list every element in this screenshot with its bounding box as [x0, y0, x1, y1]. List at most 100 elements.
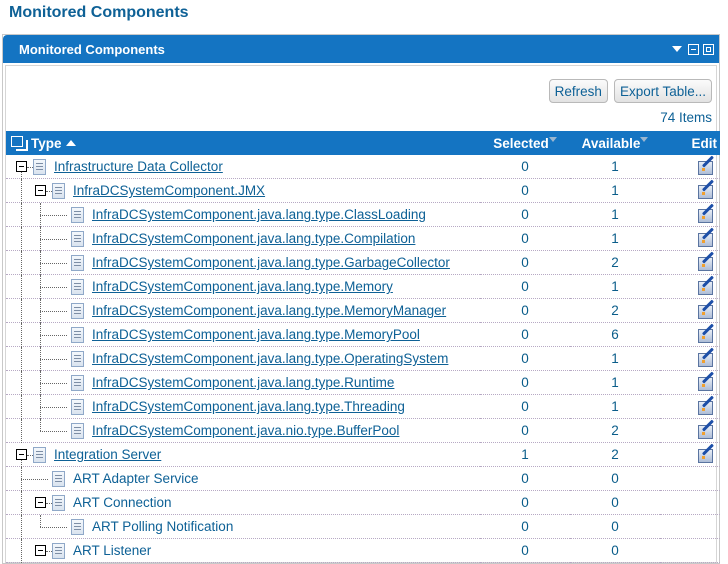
available-count: 1	[611, 159, 619, 175]
component-name[interactable]: Infrastructure Data Collector	[54, 159, 223, 174]
selected-count: 0	[521, 255, 529, 271]
type-cell: InfraDCSystemComponent.java.lang.type.Op…	[6, 347, 480, 372]
collapse-toggle-icon[interactable]	[35, 545, 46, 557]
edit-icon-tip	[702, 192, 705, 196]
tree-guide-line	[21, 419, 22, 444]
tree-connector	[40, 334, 67, 336]
tree-connector	[40, 358, 67, 360]
component-name[interactable]: InfraDCSystemComponent.JMX	[73, 183, 265, 198]
table-row: ART Connection 0 0	[6, 491, 720, 516]
tree-node: Integration Server	[6, 443, 480, 468]
available-count: 2	[611, 255, 619, 271]
tree-node: InfraDCSystemComponent.java.lang.type.Op…	[6, 347, 480, 372]
component-name[interactable]: InfraDCSystemComponent.java.lang.type.Cl…	[92, 207, 426, 222]
component-name[interactable]: InfraDCSystemComponent.java.lang.type.Ga…	[92, 255, 450, 270]
edit-cell	[660, 275, 720, 299]
edit-icon[interactable]	[698, 419, 716, 440]
table-row: InfraDCSystemComponent.java.lang.type.Ru…	[6, 371, 720, 396]
edit-cell	[660, 299, 720, 323]
tree-node: ART Polling Notification	[6, 515, 480, 540]
component-name[interactable]: InfraDCSystemComponent.java.lang.type.Th…	[92, 399, 405, 414]
available-count: 1	[611, 207, 619, 223]
component-name[interactable]: InfraDCSystemComponent.java.nio.type.Buf…	[92, 423, 399, 438]
component-name: ART Connection	[73, 495, 172, 511]
document-icon	[71, 303, 84, 320]
edit-icon[interactable]	[698, 179, 716, 200]
table-row: InfraDCSystemComponent.java.lang.type.Th…	[6, 395, 720, 420]
refresh-button[interactable]: Refresh	[548, 79, 608, 103]
edit-cell	[660, 395, 720, 419]
tree-connector	[40, 262, 67, 264]
edit-icon[interactable]	[698, 251, 716, 272]
tree-connector	[40, 214, 67, 216]
column-header-selected[interactable]: Selected	[480, 131, 570, 155]
edit-icon[interactable]	[698, 275, 716, 296]
component-name: ART Listener	[73, 543, 152, 559]
document-icon	[71, 255, 84, 272]
type-cell: ART Connection	[6, 491, 480, 516]
type-cell: InfraDCSystemComponent.java.lang.type.Co…	[6, 227, 480, 252]
table-row: InfraDCSystemComponent.java.lang.type.Cl…	[6, 203, 720, 228]
component-name[interactable]: InfraDCSystemComponent.java.lang.type.Ru…	[92, 375, 394, 390]
edit-icon-tip	[702, 360, 705, 364]
type-cell: InfraDCSystemComponent.JMX	[6, 179, 480, 204]
edit-icon[interactable]	[698, 227, 716, 248]
edit-icon[interactable]	[698, 203, 716, 224]
component-name[interactable]: InfraDCSystemComponent.java.lang.type.Me…	[92, 303, 446, 318]
column-header-type[interactable]: Type	[6, 131, 480, 155]
edit-cell	[660, 419, 720, 443]
tree-node: ART Listener	[6, 539, 480, 564]
components-table: Type Selected Available Edit Infrastruct…	[6, 131, 720, 564]
edit-icon-tip	[702, 168, 705, 172]
maximize-icon[interactable]	[703, 43, 714, 55]
export-table-button[interactable]: Export Table...	[613, 79, 712, 103]
sort-ascending-icon	[65, 139, 76, 146]
collapse-toggle-icon[interactable]	[35, 497, 46, 509]
tree-guide-line	[21, 395, 22, 420]
collapse-toggle-icon[interactable]	[16, 449, 27, 461]
component-name[interactable]: InfraDCSystemComponent.java.lang.type.Co…	[92, 231, 415, 246]
edit-cell	[660, 179, 720, 203]
table-header-row: Type Selected Available Edit	[6, 131, 720, 155]
tree-node: InfraDCSystemComponent.java.lang.type.Ru…	[6, 371, 480, 396]
table-row: InfraDCSystemComponent.java.lang.type.Me…	[6, 299, 720, 324]
edit-icon[interactable]	[698, 323, 716, 344]
edit-icon[interactable]	[698, 395, 716, 416]
edit-icon[interactable]	[698, 347, 716, 368]
type-cell: InfraDCSystemComponent.java.lang.type.Th…	[6, 395, 480, 420]
column-header-available[interactable]: Available	[570, 131, 660, 155]
column-header-edit: Edit	[691, 135, 718, 151]
component-name[interactable]: InfraDCSystemComponent.java.lang.type.Op…	[92, 351, 448, 366]
selected-count: 0	[521, 375, 529, 391]
available-count: 2	[611, 303, 619, 319]
tree-guide-line	[21, 347, 22, 372]
component-name[interactable]: InfraDCSystemComponent.java.lang.type.Me…	[92, 279, 393, 294]
selected-count: 1	[521, 447, 529, 463]
edit-icon[interactable]	[698, 443, 716, 464]
edit-cell	[660, 347, 720, 371]
available-count: 2	[611, 423, 619, 439]
tree-guide-line	[21, 491, 22, 516]
type-cell: InfraDCSystemComponent.java.lang.type.Me…	[6, 323, 480, 348]
table-row: ART Listener 0 0	[6, 539, 720, 564]
component-name[interactable]: Integration Server	[54, 447, 161, 462]
component-name[interactable]: InfraDCSystemComponent.java.lang.type.Me…	[92, 327, 420, 342]
document-icon	[33, 159, 46, 176]
tree-connector	[40, 382, 67, 384]
minimize-icon[interactable]	[688, 43, 699, 55]
document-icon	[52, 495, 65, 512]
collapse-all-icon[interactable]	[11, 135, 28, 151]
collapse-toggle-icon[interactable]	[16, 161, 27, 173]
portlet-menu-icon[interactable]	[672, 46, 682, 52]
document-icon	[71, 231, 84, 248]
tree-node: ART Connection	[6, 491, 480, 516]
edit-icon[interactable]	[698, 155, 716, 176]
tree-guide-line	[21, 323, 22, 348]
available-count: 0	[611, 543, 619, 559]
edit-icon[interactable]	[698, 299, 716, 320]
tree-node: InfraDCSystemComponent.java.lang.type.Ga…	[6, 251, 480, 276]
edit-cell	[660, 227, 720, 251]
type-cell: Integration Server	[6, 443, 480, 468]
edit-icon[interactable]	[698, 371, 716, 392]
collapse-toggle-icon[interactable]	[35, 185, 46, 197]
